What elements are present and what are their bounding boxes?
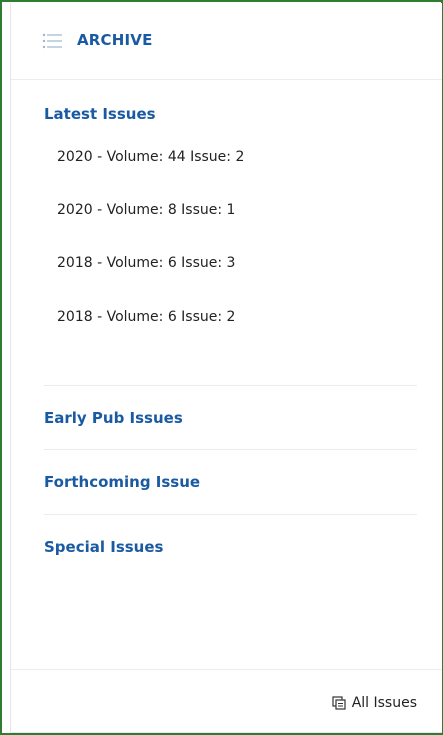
- divider: [44, 514, 417, 515]
- issue-link-2020-44-2[interactable]: 2020 - Volume: 44 Issue: 2: [57, 149, 244, 165]
- all-issues-link[interactable]: All Issues: [332, 695, 417, 711]
- issue-link-2020-8-1[interactable]: 2020 - Volume: 8 Issue: 1: [57, 202, 235, 218]
- forthcoming-issue-link[interactable]: Forthcoming Issue: [44, 473, 200, 491]
- latest-issues-heading[interactable]: Latest Issues: [44, 105, 156, 123]
- archive-panel: ARCHIVE Latest Issues 2020 - Volume: 44 …: [0, 0, 443, 735]
- archive-header: ARCHIVE: [11, 3, 442, 80]
- divider: [44, 385, 417, 386]
- all-issues-label: All Issues: [351, 695, 417, 711]
- special-issues-link[interactable]: Special Issues: [44, 538, 163, 556]
- archive-title: ARCHIVE: [77, 31, 153, 49]
- list-icon: [42, 33, 62, 49]
- divider: [44, 449, 417, 450]
- early-pub-issues-link[interactable]: Early Pub Issues: [44, 409, 183, 427]
- issue-link-2018-6-2[interactable]: 2018 - Volume: 6 Issue: 2: [57, 309, 235, 325]
- archive-panel-inner: ARCHIVE Latest Issues 2020 - Volume: 44 …: [10, 3, 442, 733]
- copy-icon: [332, 695, 346, 710]
- issue-link-2018-6-3[interactable]: 2018 - Volume: 6 Issue: 3: [57, 255, 235, 271]
- archive-footer: All Issues: [11, 669, 442, 733]
